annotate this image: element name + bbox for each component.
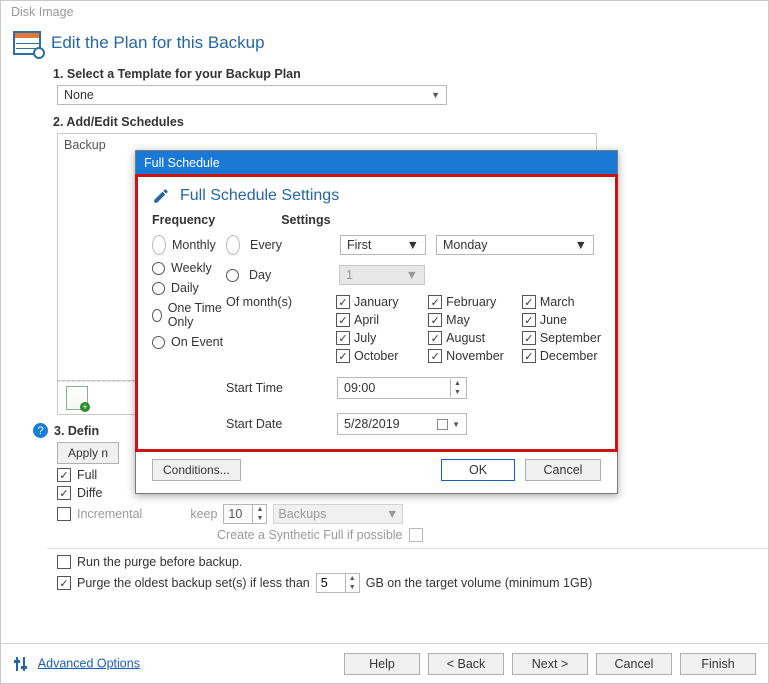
dialog-title: Full Schedule [136,151,617,175]
diff-label: Diffe [77,486,102,500]
every-label: Every [250,238,330,252]
freq-radio-weekly[interactable] [152,262,165,275]
full-label: Full [77,468,97,482]
pencil-icon [152,187,170,205]
schedule-dialog: Full Schedule Full Schedule Settings Fre… [135,150,618,494]
finish-button[interactable]: Finish [680,653,756,675]
month-jun-checkbox[interactable] [522,313,536,327]
conditions-button[interactable]: Conditions... [152,459,241,481]
of-months-label: Of month(s) [226,295,326,309]
back-button[interactable]: < Back [428,653,504,675]
help-button[interactable]: Help [344,653,420,675]
purge-before-label: Run the purge before backup. [77,555,242,569]
month-sep-checkbox[interactable] [522,331,536,345]
chevron-down-icon: ▼ [431,90,440,100]
step3-label: 3. Defin [54,424,99,438]
ordinal-dropdown[interactable]: First▼ [340,235,426,255]
step2-label: 2. Add/Edit Schedules [53,115,758,129]
day-label: Day [249,268,329,282]
purge-gb-input[interactable]: ▲▼ [316,573,360,593]
purge-oldest-checkbox[interactable] [57,576,71,590]
purge-gb-suffix: GB on the target volume (minimum 1GB) [366,576,592,590]
apply-button[interactable]: Apply n [57,442,119,464]
keep-unit-dropdown[interactable]: Backups▼ [273,504,403,524]
list-item: Backup [64,138,106,152]
start-time-label: Start Time [226,381,321,395]
freq-radio-daily[interactable] [152,282,165,295]
month-nov-checkbox[interactable] [428,349,442,363]
weekday-dropdown[interactable]: Monday▼ [436,235,594,255]
freq-radio-monthly[interactable] [152,235,166,255]
window-title: Disk Image [1,1,768,23]
every-radio[interactable] [226,235,240,255]
full-checkbox[interactable] [57,468,71,482]
calendar-picker-icon[interactable] [437,419,448,430]
synthetic-checkbox[interactable] [409,528,423,542]
next-button[interactable]: Next > [512,653,588,675]
ok-button[interactable]: OK [441,459,515,481]
start-date-input[interactable]: 5/28/2019▼ [337,413,467,435]
purge-oldest-label: Purge the oldest backup set(s) if less t… [77,576,310,590]
advanced-options-link[interactable]: Advanced Options [38,656,140,670]
month-apr-checkbox[interactable] [336,313,350,327]
month-may-checkbox[interactable] [428,313,442,327]
day-number-dropdown: 1▼ [339,265,425,285]
month-mar-checkbox[interactable] [522,295,536,309]
help-icon[interactable]: ? [33,423,48,438]
template-dropdown[interactable]: None ▼ [57,85,447,105]
month-jan-checkbox[interactable] [336,295,350,309]
diff-checkbox[interactable] [57,486,71,500]
step1-label: 1. Select a Template for your Backup Pla… [53,67,758,81]
freq-radio-onetime[interactable] [152,309,162,322]
day-radio[interactable] [226,269,239,282]
synthetic-label: Create a Synthetic Full if possible [217,528,403,542]
month-dec-checkbox[interactable] [522,349,536,363]
cancel-button[interactable]: Cancel [596,653,672,675]
keep-count-input[interactable]: ▲▼ [223,504,267,524]
month-oct-checkbox[interactable] [336,349,350,363]
calendar-icon [13,29,43,57]
keep-label: keep [190,507,217,521]
incremental-checkbox[interactable] [57,507,71,521]
add-schedule-button[interactable]: + [66,386,88,410]
app-window: Disk Image Edit the Plan for this Backup… [0,0,769,684]
settings-header: Settings [281,213,330,227]
page-title: Edit the Plan for this Backup [51,33,265,53]
month-aug-checkbox[interactable] [428,331,442,345]
incremental-label: Incremental [77,507,142,521]
frequency-header: Frequency [152,213,215,227]
month-feb-checkbox[interactable] [428,295,442,309]
purge-before-checkbox[interactable] [57,555,71,569]
dialog-cancel-button[interactable]: Cancel [525,459,601,481]
sliders-icon [13,656,29,672]
frequency-group: Monthly Weekly Daily One Time Only On Ev… [152,235,226,435]
start-time-input[interactable]: 09:00▲▼ [337,377,467,399]
freq-radio-onevent[interactable] [152,336,165,349]
months-grid: January February March April May June Ju… [336,295,601,363]
month-jul-checkbox[interactable] [336,331,350,345]
start-date-label: Start Date [226,417,321,431]
dialog-heading: Full Schedule Settings [180,187,339,205]
template-value: None [64,88,94,102]
